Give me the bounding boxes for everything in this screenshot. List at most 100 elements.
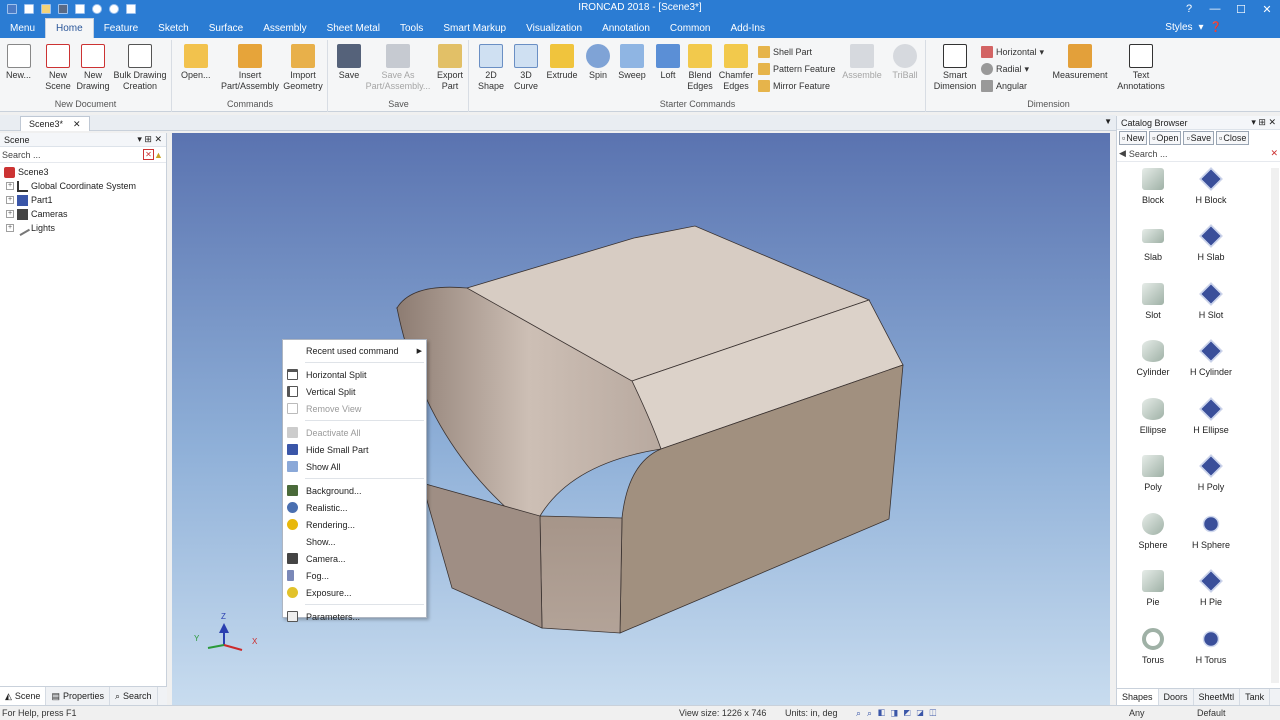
triball-button[interactable]: TriBall — [890, 44, 920, 81]
shape-h-poly[interactable]: H Poly — [1181, 454, 1241, 492]
export-part-button[interactable]: Export Part — [435, 44, 465, 92]
shape-pie[interactable]: Pie — [1123, 570, 1183, 607]
minimize-button[interactable]: — — [1202, 0, 1228, 18]
tab-feature[interactable]: Feature — [94, 18, 148, 38]
maximize-button[interactable]: ☐ — [1228, 0, 1254, 18]
menu-item-camera[interactable]: Camera... — [283, 550, 426, 567]
tree-item-gcs[interactable]: + Global Coordinate System — [4, 179, 162, 193]
clear-search-icon[interactable]: ✕ — [1270, 148, 1278, 159]
shape-h-pie[interactable]: H Pie — [1181, 569, 1241, 607]
tree-item-part1[interactable]: + Part1 — [4, 193, 162, 207]
panel-controls[interactable]: ▾ ⊞ ✕ — [1251, 117, 1276, 128]
2d-shape-button[interactable]: 2D Shape — [478, 44, 504, 92]
tab-visualization[interactable]: Visualization — [516, 18, 592, 38]
tab-add-ins[interactable]: Add-Ins — [720, 18, 774, 38]
catalog-open-button[interactable]: ▫ Open — [1149, 131, 1182, 145]
tab-tank[interactable]: Tank — [1240, 689, 1271, 705]
blend-edges-button[interactable]: Blend Edges — [686, 44, 714, 92]
tab-shapes[interactable]: Shapes — [1117, 689, 1159, 705]
menu-item-show-all[interactable]: Show All — [283, 458, 426, 475]
pattern-feature-button[interactable]: Pattern Feature — [758, 62, 836, 76]
tab-sheetmtl[interactable]: SheetMtl — [1194, 689, 1241, 705]
style-select[interactable]: Default — [1197, 708, 1226, 718]
clear-search-icon[interactable]: ✕ — [143, 149, 154, 160]
filter-icon[interactable]: ▲ — [154, 150, 164, 160]
expand-icon[interactable]: + — [6, 182, 14, 190]
tree-item-lights[interactable]: + Lights — [4, 220, 162, 236]
filter-select[interactable]: Any — [1129, 708, 1145, 718]
menu-item-horizontal-split[interactable]: Horizontal Split — [283, 366, 426, 383]
menu-item-parameters[interactable]: Parameters... — [283, 608, 426, 625]
view-tools[interactable]: ⌕⌕◧◨◩◪◫ — [856, 708, 942, 719]
menu-item-hide-small-part[interactable]: Hide Small Part — [283, 441, 426, 458]
menu-item-fog[interactable]: Fog... — [283, 567, 426, 584]
tab-doors[interactable]: Doors — [1159, 689, 1194, 705]
catalog-new-button[interactable]: ▫ New — [1119, 131, 1148, 145]
shape-slot[interactable]: Slot — [1123, 283, 1183, 320]
tab-assembly[interactable]: Assembly — [253, 18, 316, 38]
tree-item-scene3[interactable]: Scene3 — [4, 165, 162, 179]
horizontal-dim-button[interactable]: Horizontal ▾ — [981, 45, 1044, 59]
tab-menu[interactable]: Menu — [0, 18, 45, 38]
insert-part-button[interactable]: Insert Part/Assembly — [217, 44, 283, 92]
expand-icon[interactable]: + — [6, 196, 14, 204]
save-as-button[interactable]: Save As Part/Assembly... — [365, 44, 431, 92]
tab-smart-markup[interactable]: Smart Markup — [433, 18, 516, 38]
expand-icon[interactable]: + — [6, 210, 14, 218]
shape-torus[interactable]: Torus — [1123, 628, 1183, 665]
catalog-close-button[interactable]: ▫ Close — [1216, 131, 1250, 145]
shape-h-block[interactable]: H Block — [1181, 167, 1241, 205]
shape-ellipse[interactable]: Ellipse — [1123, 398, 1183, 435]
catalog-scrollbar[interactable] — [1271, 168, 1279, 683]
tab-tools[interactable]: Tools — [390, 18, 433, 38]
catalog-search[interactable]: ◀ Search ... ✕ — [1117, 146, 1280, 162]
bulk-drawing-button[interactable]: Bulk Drawing Creation — [112, 44, 168, 92]
menu-item-show[interactable]: Show... — [283, 533, 426, 550]
part1-model[interactable] — [395, 225, 904, 634]
shell-part-button[interactable]: Shell Part — [758, 45, 812, 59]
assemble-button[interactable]: Assemble — [840, 44, 884, 81]
menu-item-remove-view[interactable]: Remove View — [283, 400, 426, 417]
loft-button[interactable]: Loft — [656, 44, 680, 81]
menu-item-deactivate-all[interactable]: Deactivate All — [283, 424, 426, 441]
spin-button[interactable]: Spin — [586, 44, 610, 81]
mirror-feature-button[interactable]: Mirror Feature — [758, 79, 830, 93]
search-input[interactable]: Search ... — [2, 150, 143, 160]
new-scene-button[interactable]: New Scene — [44, 44, 72, 92]
tab-scene3[interactable]: Scene3* ✕ — [20, 116, 90, 131]
tab-surface[interactable]: Surface — [199, 18, 253, 38]
close-button[interactable]: ✕ — [1254, 0, 1280, 18]
tab-home[interactable]: Home — [45, 18, 94, 38]
tree-item-cameras[interactable]: + Cameras — [4, 207, 162, 221]
menu-item-realistic[interactable]: Realistic... — [283, 499, 426, 516]
shape-h-cylinder[interactable]: H Cylinder — [1181, 339, 1241, 377]
angular-dim-button[interactable]: Angular — [981, 79, 1027, 93]
shape-slab[interactable]: Slab — [1123, 225, 1183, 262]
new-drawing-button[interactable]: New Drawing — [77, 44, 110, 92]
smart-dimension-button[interactable]: Smart Dimension — [931, 44, 979, 92]
save-button[interactable]: Save — [337, 44, 361, 81]
menu-item-exposure[interactable]: Exposure... — [283, 584, 426, 601]
shape-sphere[interactable]: Sphere — [1123, 513, 1183, 550]
tab-scene[interactable]: ◭ Scene — [0, 687, 47, 705]
measurement-button[interactable]: Measurement — [1051, 44, 1109, 81]
help-icon[interactable]: ❓ — [1210, 22, 1222, 33]
expand-icon[interactable]: + — [6, 224, 14, 232]
tab-search[interactable]: ⌕ Search — [110, 687, 158, 705]
tab-common[interactable]: Common — [660, 18, 721, 38]
import-geometry-button[interactable]: Import Geometry — [279, 44, 327, 92]
tab-sheet-metal[interactable]: Sheet Metal — [317, 18, 390, 38]
styles-menu[interactable]: Styles ▾ ❓ — [1165, 22, 1222, 33]
shape-h-ellipse[interactable]: H Ellipse — [1181, 397, 1241, 435]
new-button[interactable]: New... — [6, 44, 31, 81]
extrude-button[interactable]: Extrude — [546, 44, 578, 81]
tab-annotation[interactable]: Annotation — [592, 18, 660, 38]
shape-poly[interactable]: Poly — [1123, 455, 1183, 492]
open-button[interactable]: Open... — [181, 44, 211, 81]
chevron-down-icon[interactable]: ▼ — [1104, 117, 1112, 126]
3d-curve-button[interactable]: 3D Curve — [512, 44, 540, 92]
catalog-save-button[interactable]: ▫ Save — [1183, 131, 1215, 145]
menu-item-vertical-split[interactable]: Vertical Split — [283, 383, 426, 400]
sweep-button[interactable]: Sweep — [618, 44, 646, 81]
shape-h-sphere[interactable]: H Sphere — [1181, 512, 1241, 550]
